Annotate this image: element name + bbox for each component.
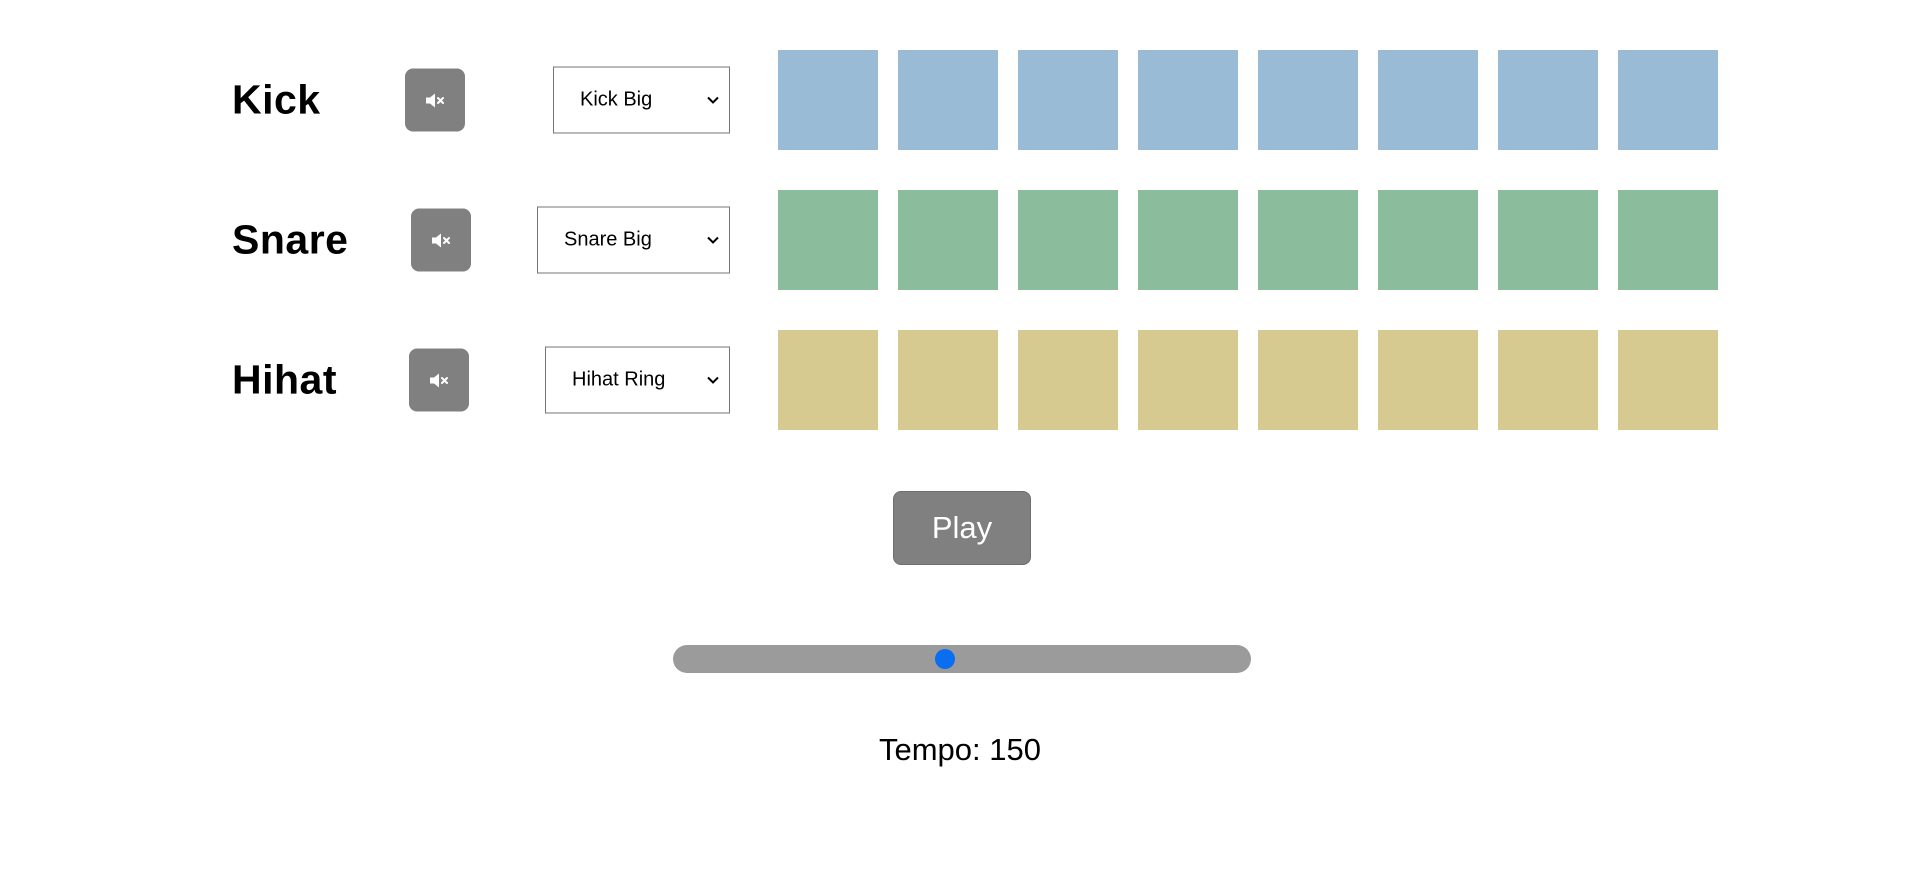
step-pad[interactable] — [1618, 50, 1718, 150]
step-pad[interactable] — [1498, 50, 1598, 150]
track-row-snare: Snare Snare Big — [0, 190, 1920, 290]
mute-button[interactable] — [409, 348, 469, 412]
step-pad[interactable] — [778, 50, 878, 150]
step-pad[interactable] — [1378, 330, 1478, 430]
step-pad[interactable] — [898, 330, 998, 430]
chevron-down-icon — [707, 96, 719, 104]
mute-button[interactable] — [411, 208, 471, 272]
track-row-kick: Kick Kick Big — [0, 50, 1920, 150]
tempo-slider[interactable] — [673, 645, 1251, 673]
step-pad[interactable] — [1498, 330, 1598, 430]
sound-select-value: Snare Big — [564, 228, 652, 251]
step-pad[interactable] — [1018, 50, 1118, 150]
sound-select[interactable]: Kick Big — [553, 66, 730, 134]
mute-button[interactable] — [405, 68, 465, 132]
track-name: Snare — [232, 216, 349, 263]
sound-select-value: Hihat Ring — [572, 368, 666, 391]
step-pad[interactable] — [1618, 330, 1718, 430]
play-button[interactable]: Play — [893, 491, 1031, 565]
sound-select[interactable]: Hihat Ring — [545, 346, 730, 414]
step-pad[interactable] — [1138, 50, 1238, 150]
tempo-label: Tempo: — [878, 732, 981, 767]
chevron-down-icon — [707, 236, 719, 244]
step-pad[interactable] — [1018, 190, 1118, 290]
step-pad[interactable] — [1018, 330, 1118, 430]
step-pad[interactable] — [1258, 190, 1358, 290]
step-pad[interactable] — [778, 330, 878, 430]
tempo-slider-thumb[interactable] — [934, 649, 955, 669]
tempo-readout: Tempo: 150 — [0, 732, 1920, 768]
step-pad[interactable] — [1138, 330, 1238, 430]
step-pad[interactable] — [1258, 50, 1358, 150]
mute-icon — [429, 228, 453, 252]
step-pad[interactable] — [1618, 190, 1718, 290]
step-pad[interactable] — [1258, 330, 1358, 430]
mute-icon — [423, 88, 447, 112]
track-name: Kick — [232, 76, 321, 123]
step-pad[interactable] — [1378, 190, 1478, 290]
step-pad[interactable] — [778, 190, 878, 290]
chevron-down-icon — [707, 376, 719, 384]
mute-icon — [427, 368, 451, 392]
step-pad[interactable] — [1498, 190, 1598, 290]
sound-select[interactable]: Snare Big — [537, 206, 730, 274]
step-pad[interactable] — [898, 50, 998, 150]
drum-machine: Kick Kick Big Snare Snare Big Hihat Hiha… — [0, 0, 1920, 893]
sound-select-value: Kick Big — [580, 88, 653, 111]
track-name: Hihat — [232, 356, 337, 403]
step-pad[interactable] — [898, 190, 998, 290]
step-pad[interactable] — [1138, 190, 1238, 290]
step-pad[interactable] — [1378, 50, 1478, 150]
track-row-hihat: Hihat Hihat Ring — [0, 330, 1920, 430]
tempo-value: 150 — [989, 732, 1042, 767]
